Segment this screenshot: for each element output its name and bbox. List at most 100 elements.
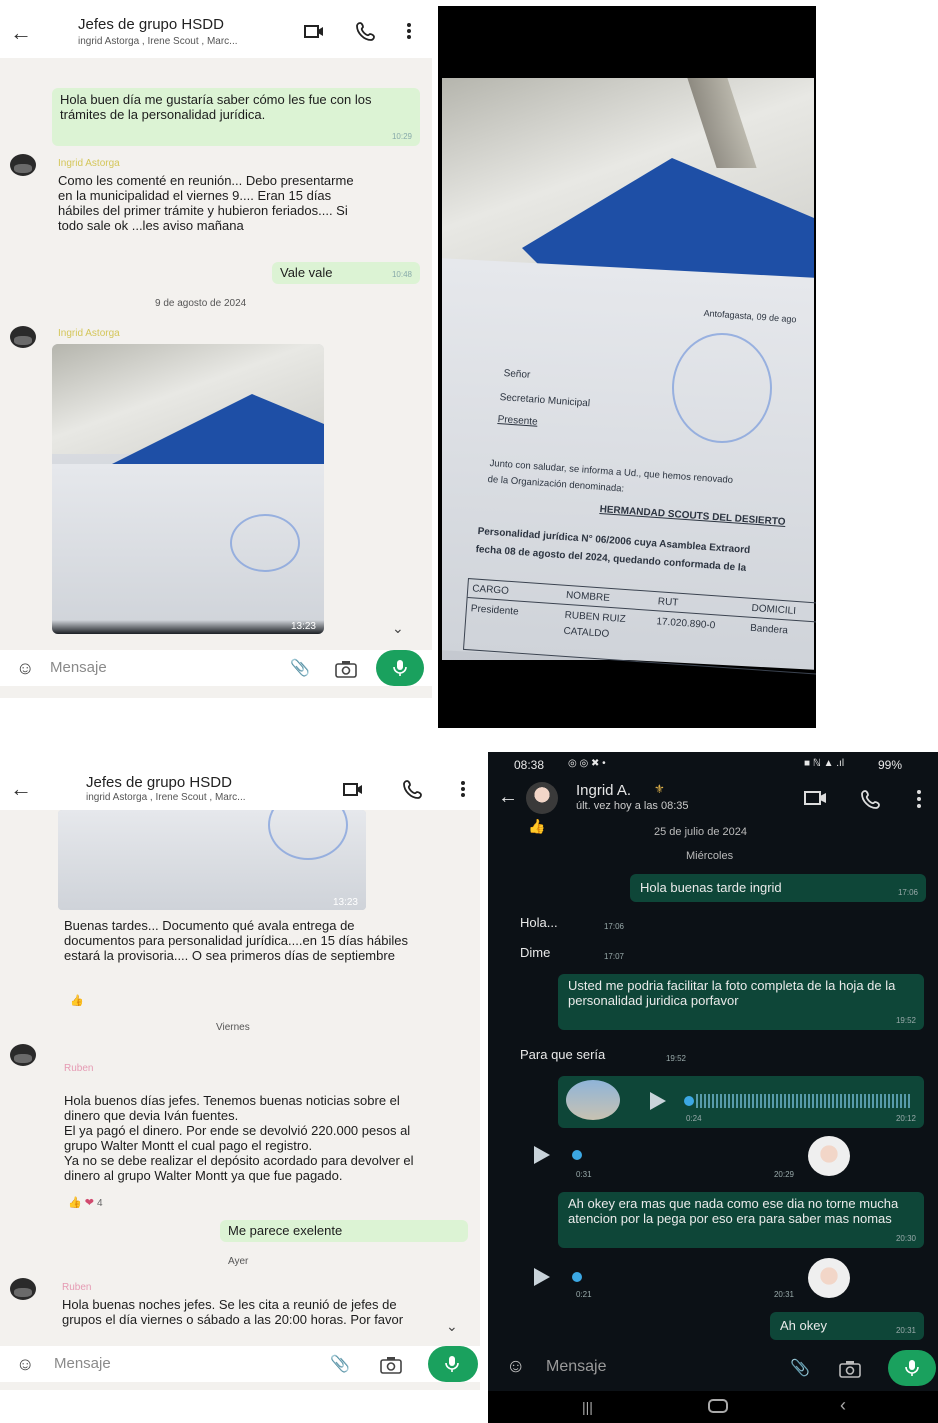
message-text: Me parece exelente [228, 1223, 343, 1238]
phone-call-icon[interactable] [402, 778, 424, 800]
voice-duration: 0:24 [686, 1114, 702, 1123]
attach-icon[interactable]: 📎 [330, 1354, 350, 1374]
video-call-icon[interactable] [804, 788, 828, 808]
microphone-icon [445, 1356, 459, 1372]
voice-progress-dot[interactable] [572, 1150, 582, 1160]
outgoing-message[interactable]: Hola buenas tarde ingrid 17:06 [630, 874, 926, 902]
reaction-thumbs-icon[interactable]: 👍 [70, 994, 84, 1007]
voice-message-incoming[interactable]: 0:31 20:29 [510, 1136, 860, 1184]
message-input[interactable]: Mensaje [50, 659, 107, 676]
date-separator: 25 de julio de 2024 [654, 826, 747, 838]
camera-icon[interactable] [335, 660, 357, 678]
message-text: Hola buenas tarde ingrid [640, 880, 782, 895]
voice-message-outgoing[interactable]: 0:24 20:12 [558, 1076, 924, 1128]
camera-icon[interactable] [380, 1356, 402, 1374]
voice-waveform[interactable] [696, 1094, 910, 1108]
back-arrow-icon[interactable]: ← [10, 20, 32, 46]
incoming-message[interactable]: Ingrid Astorga Como les comenté en reuni… [52, 154, 364, 254]
contact-name[interactable]: Ingrid A. [576, 782, 631, 799]
message-time: 10:29 [391, 132, 412, 141]
play-icon[interactable] [650, 1092, 666, 1110]
image-time: 13:23 [332, 897, 358, 908]
message-time: 19:52 [895, 1016, 916, 1025]
video-call-icon[interactable] [342, 778, 364, 800]
back-arrow-icon[interactable]: ← [10, 776, 32, 802]
android-nav-bar: ||| ‹ [488, 1391, 938, 1423]
sender-name: Ruben [62, 1282, 92, 1293]
message-text: Como les comenté en reunión... Debo pres… [58, 173, 354, 233]
shared-document-photo[interactable]: 13:23 [58, 810, 366, 910]
voice-duration: 0:31 [576, 1170, 592, 1179]
voice-record-button[interactable] [428, 1346, 478, 1382]
incoming-message[interactable]: Hola... 17:06 [510, 910, 638, 936]
home-icon[interactable] [708, 1399, 728, 1413]
recent-apps-icon[interactable]: ||| [582, 1399, 593, 1415]
voice-progress-dot[interactable] [684, 1096, 694, 1106]
incoming-message[interactable]: Ruben Hola buenos días jefes. Tenemos bu… [58, 1046, 430, 1196]
sender-avatar[interactable] [10, 1044, 36, 1066]
contact-avatar[interactable] [526, 782, 558, 814]
message-input[interactable]: Mensaje [54, 1355, 111, 1372]
more-options-icon[interactable] [398, 20, 420, 42]
voice-record-button[interactable] [376, 650, 424, 686]
sender-avatar[interactable] [10, 326, 36, 348]
outgoing-message[interactable]: Me parece exelente [220, 1220, 468, 1242]
scroll-down-icon[interactable]: ⌄ [446, 1318, 458, 1335]
voice-progress-dot[interactable] [572, 1272, 582, 1282]
signal-icon: ■ ℕ ▲ .ıl [804, 758, 845, 769]
emoji-icon[interactable]: ☺ [16, 1354, 34, 1375]
play-icon[interactable] [534, 1268, 550, 1286]
attach-icon[interactable]: 📎 [790, 1358, 810, 1378]
back-nav-icon[interactable]: ‹ [840, 1395, 846, 1416]
chat-panel-bottom-left: ← Jefes de grupo HSDD ingrid Astorga , I… [0, 770, 480, 1390]
message-text: Ah okey [780, 1318, 827, 1333]
document-photo-full[interactable]: Antofagasta, 09 de ago Señor Secretario … [442, 78, 816, 675]
outgoing-message[interactable]: Ah okey era mas que nada como ese dia no… [558, 1192, 924, 1248]
back-arrow-icon[interactable]: ← [498, 786, 518, 809]
incoming-message[interactable]: Dime 17:07 [510, 940, 638, 966]
microphone-icon [393, 660, 407, 676]
video-call-icon[interactable] [303, 20, 325, 42]
message-time: 20:12 [895, 1114, 916, 1123]
emoji-icon[interactable]: ☺ [16, 658, 34, 679]
day-separator: Miércoles [686, 850, 734, 862]
message-input-bar: ☺ Mensaje 📎 [0, 650, 432, 686]
phone-call-icon[interactable] [860, 788, 882, 810]
voice-record-button[interactable] [888, 1350, 936, 1386]
reaction-count: 4 [97, 1198, 103, 1209]
emoji-icon[interactable]: ☺ [506, 1356, 525, 1378]
date-separator: 9 de agosto de 2024 [155, 298, 247, 309]
voice-message-incoming[interactable]: 0:21 20:31 [510, 1256, 860, 1304]
chat-panel-dark: 08:38 ◎ ◎ ✖ • ■ ℕ ▲ .ıl 99% ← Ingrid A. … [488, 752, 938, 1423]
message-text: Vale vale [280, 265, 333, 280]
play-icon[interactable] [534, 1146, 550, 1164]
sender-avatar[interactable] [10, 1278, 36, 1300]
table-header-cell: DOMICILI [751, 602, 797, 617]
day-separator: Ayer [228, 1256, 249, 1267]
outgoing-message[interactable]: Ah okey 20:31 [770, 1312, 924, 1340]
sender-avatar[interactable] [10, 154, 36, 176]
incoming-message[interactable]: Para que sería 19:52 [510, 1042, 710, 1068]
scroll-down-icon[interactable]: ⌄ [392, 620, 404, 637]
voice-sender-avatar [808, 1136, 850, 1176]
shared-document-photo[interactable]: 13:23 [52, 344, 324, 634]
message-text: Hola buenas noches jefes. Se les cita a … [62, 1297, 404, 1327]
chat-header: ← Jefes de grupo HSDD ingrid Astorga , I… [0, 770, 480, 810]
message-text: Ah okey era mas que nada como ese dia no… [568, 1196, 899, 1226]
more-options-icon[interactable] [452, 778, 474, 800]
outgoing-message[interactable]: Usted me podria facilitar la foto comple… [558, 974, 924, 1030]
attach-icon[interactable]: 📎 [290, 658, 310, 678]
more-options-icon[interactable] [914, 788, 924, 810]
incoming-message[interactable]: Ruben Hola buenas noches jefes. Se les c… [56, 1280, 428, 1344]
chat-title[interactable]: Jefes de grupo HSDD [78, 16, 224, 33]
incoming-message[interactable]: Buenas tardes... Documento qué avala ent… [58, 918, 420, 1006]
outgoing-message[interactable]: Hola buen día me gustaría saber cómo les… [52, 88, 420, 146]
chat-title[interactable]: Jefes de grupo HSDD [86, 774, 232, 791]
camera-icon[interactable] [838, 1360, 862, 1378]
message-input[interactable]: Mensaje [546, 1358, 606, 1376]
reactions-row[interactable]: 👍 ❤ 4 [68, 1196, 103, 1209]
outgoing-message[interactable]: Vale vale 10:48 [272, 262, 420, 284]
chat-panel-top-left: ← Jefes de grupo HSDD ingrid Astorga , I… [0, 8, 432, 698]
phone-call-icon[interactable] [355, 20, 377, 42]
message-input-bar: ☺ Mensaje 📎 [0, 1346, 480, 1382]
